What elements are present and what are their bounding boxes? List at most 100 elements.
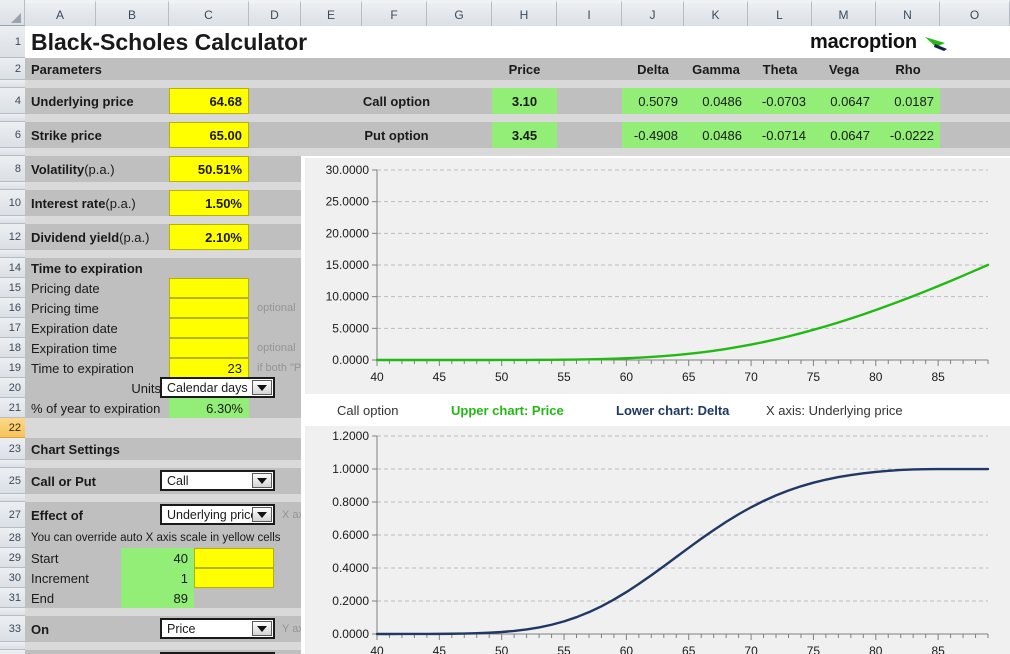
column-header-C[interactable]: C	[169, 0, 249, 26]
selected-empty-row-22[interactable]	[25, 418, 301, 438]
svg-text:1.2000: 1.2000	[332, 429, 369, 443]
row-header-13[interactable]	[0, 250, 25, 258]
input-expiration-time[interactable]	[169, 338, 249, 358]
column-header-M[interactable]: M	[812, 0, 876, 26]
row-header-20[interactable]: 20	[0, 378, 25, 398]
column-header-B[interactable]: B	[96, 0, 169, 26]
row-header-11[interactable]	[0, 216, 25, 224]
input-interest-rate[interactable]: 1.50%	[169, 190, 249, 216]
row-header-29[interactable]: 29	[0, 548, 25, 568]
put-vega-value: 0.0647	[812, 122, 876, 148]
svg-text:10.0000: 10.0000	[326, 290, 370, 304]
input-start-override[interactable]	[194, 548, 274, 568]
row-header-17[interactable]: 17	[0, 318, 25, 338]
row-header-1[interactable]: 1	[0, 26, 25, 58]
chevron-down-icon[interactable]	[252, 507, 272, 522]
row-header-16[interactable]: 16	[0, 298, 25, 318]
lower-chart[interactable]: 0.0000 0.2000 0.4000 0.6000 0.8000 1.0000 1.20…	[305, 426, 1010, 654]
row-header-14[interactable]: 14	[0, 258, 25, 278]
results-col-gamma: Gamma	[684, 58, 748, 80]
chevron-down-icon[interactable]	[252, 380, 272, 395]
input-pricing-time[interactable]	[169, 298, 249, 318]
input-volatility[interactable]: 50.51%	[169, 156, 249, 182]
row-header-34[interactable]	[0, 642, 25, 650]
spacer-row-5-right	[301, 114, 1010, 122]
effect-of-combo[interactable]: Underlying price	[160, 504, 275, 525]
svg-text:70: 70	[744, 370, 758, 384]
row-header-12[interactable]: 12	[0, 224, 25, 250]
row-header-28[interactable]: 28	[0, 528, 25, 548]
row-header-2[interactable]: 2	[0, 58, 25, 80]
input-expiration-date[interactable]	[169, 318, 249, 338]
row-header-31[interactable]: 31	[0, 588, 25, 608]
column-header-N[interactable]: N	[876, 0, 940, 26]
svg-text:25.0000: 25.0000	[326, 195, 370, 209]
row-header-22[interactable]: 22	[0, 418, 25, 438]
row-header-26[interactable]	[0, 494, 25, 502]
chevron-down-icon[interactable]	[252, 621, 272, 636]
call-theta-value: -0.0703	[748, 88, 812, 114]
row-header-3[interactable]	[0, 80, 25, 88]
select-all-corner[interactable]	[0, 0, 25, 25]
row-header-23[interactable]: 23	[0, 438, 25, 460]
spacer-row-26	[25, 494, 301, 502]
row-header-19[interactable]: 19	[0, 358, 25, 378]
column-header-G[interactable]: G	[427, 0, 492, 26]
column-header-D[interactable]: D	[249, 0, 301, 26]
call-price-value: 3.10	[492, 88, 557, 114]
row-header-4[interactable]: 4	[0, 88, 25, 114]
results-col-delta: Delta	[622, 58, 684, 80]
column-header-L[interactable]: L	[748, 0, 812, 26]
row-header-27[interactable]: 27	[0, 502, 25, 528]
row-header-10[interactable]: 10	[0, 190, 25, 216]
value-increment: 1	[121, 568, 194, 588]
label-start: Start	[31, 550, 59, 566]
row-header-15[interactable]: 15	[0, 278, 25, 298]
row-header-18[interactable]: 18	[0, 338, 25, 358]
column-header-J[interactable]: J	[622, 0, 684, 26]
input-pricing-date[interactable]	[169, 278, 249, 298]
chart-legend: Call option Upper chart: Price Lower cha…	[301, 394, 1010, 426]
row-header-30[interactable]: 30	[0, 568, 25, 588]
row-header-25[interactable]: 25	[0, 468, 25, 494]
input-dividend-yield[interactable]: 2.10%	[169, 224, 249, 250]
macroption-mark-icon	[924, 37, 947, 51]
row-header-8[interactable]: 8	[0, 156, 25, 182]
label-increment: Increment	[31, 570, 89, 586]
upper-chart[interactable]: 0.0000 5.0000 10.0000 15.0000 20.0000 25.0000…	[305, 158, 1010, 394]
column-header-K[interactable]: K	[684, 0, 748, 26]
spacer-row-34	[25, 642, 301, 650]
on-combo[interactable]: Price	[160, 618, 275, 639]
page-title: Black-Scholes Calculator	[31, 28, 308, 55]
column-header-I[interactable]: I	[557, 0, 622, 26]
row-header-6[interactable]: 6	[0, 122, 25, 148]
column-header-O[interactable]: O	[940, 0, 1010, 26]
row-header-33[interactable]: 33	[0, 616, 25, 642]
label-and-on: And on	[25, 650, 160, 654]
legend-lower-chart: Lower chart: Delta	[616, 402, 730, 418]
row-header-5[interactable]	[0, 114, 25, 122]
input-strike-price[interactable]: 65.00	[169, 122, 249, 148]
svg-text:80: 80	[869, 370, 883, 384]
chevron-down-icon[interactable]	[252, 473, 272, 488]
call-or-put-combo[interactable]: Call	[160, 470, 275, 491]
column-header-H[interactable]: H	[492, 0, 557, 26]
input-increment-override[interactable]	[194, 568, 274, 588]
row-header-35[interactable]: 35	[0, 650, 25, 654]
row-header-7[interactable]	[0, 148, 25, 156]
column-header-E[interactable]: E	[301, 0, 362, 26]
row-header-32[interactable]	[0, 608, 25, 616]
spacer-row-3-right	[301, 80, 1010, 88]
spacer-row-13	[25, 250, 301, 258]
row-header-9[interactable]	[0, 182, 25, 190]
units-combo[interactable]: Calendar days	[160, 377, 275, 398]
column-header-F[interactable]: F	[362, 0, 427, 26]
column-header-A[interactable]: A	[25, 0, 96, 26]
row-header-24[interactable]	[0, 460, 25, 468]
column-header-row: A B C D E F G H I J K L M N O	[0, 0, 1010, 26]
row-header-21[interactable]: 21	[0, 398, 25, 418]
input-time-to-expiration[interactable]: 23	[169, 358, 249, 378]
label-end: End	[31, 590, 55, 606]
svg-text:0.0000: 0.0000	[332, 353, 369, 367]
input-underlying-price[interactable]: 64.68	[169, 88, 249, 114]
